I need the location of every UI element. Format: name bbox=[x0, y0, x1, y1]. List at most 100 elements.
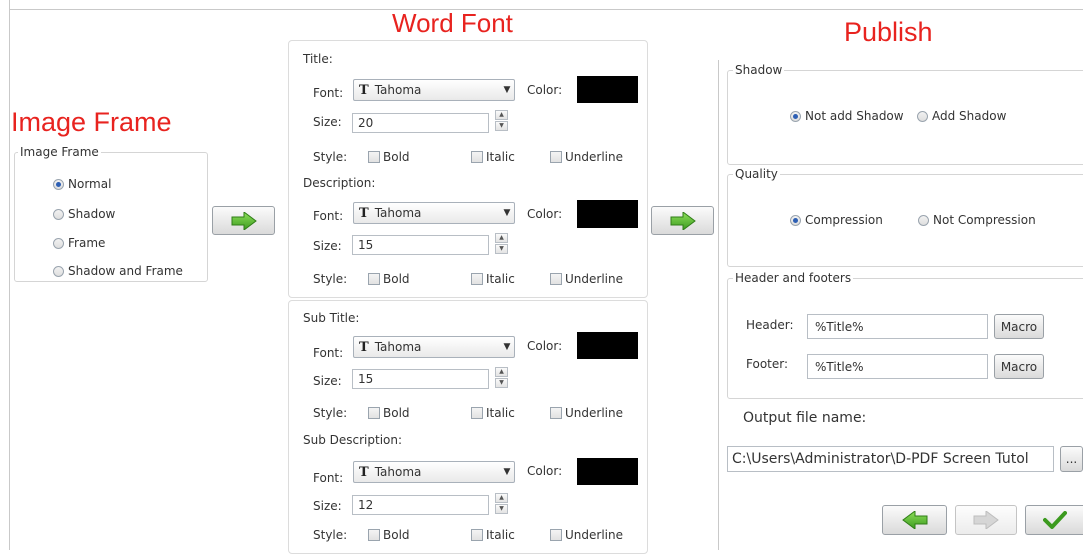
subdescription-underline-checkbox[interactable]: Underline bbox=[550, 528, 623, 542]
subtitle-italic-checkbox[interactable]: Italic bbox=[471, 406, 515, 420]
title-color-swatch[interactable] bbox=[577, 76, 638, 103]
subtitle-italic-label: Italic bbox=[486, 406, 515, 420]
quality-group-label: Quality bbox=[733, 167, 780, 181]
title-underline-label: Underline bbox=[565, 150, 623, 164]
finish-button[interactable] bbox=[1025, 505, 1083, 535]
radio-not-add-shadow-label: Not add Shadow bbox=[805, 109, 904, 123]
radio-compression[interactable]: Compression bbox=[790, 213, 883, 227]
subtitle-size-input[interactable]: 15 bbox=[352, 369, 489, 389]
radio-add-shadow[interactable]: Add Shadow bbox=[917, 109, 1006, 123]
subdescription-underline-box bbox=[550, 529, 562, 541]
description-font-value: Tahoma bbox=[374, 206, 422, 220]
title-style-label: Style: bbox=[313, 150, 348, 164]
description-size-stepper[interactable]: ▲ ▼ bbox=[495, 233, 508, 255]
subtitle-font-select[interactable]: T Tahoma ▼ bbox=[353, 336, 515, 358]
subtitle-size-label: Size: bbox=[313, 374, 342, 388]
shadow-group-label: Shadow bbox=[733, 63, 785, 77]
forward-button-disabled[interactable] bbox=[955, 505, 1017, 535]
radio-normal-dot bbox=[53, 178, 64, 190]
title-size-label: Size: bbox=[313, 115, 342, 129]
gray-right-arrow-icon bbox=[973, 511, 999, 529]
description-font-select[interactable]: T Tahoma ▼ bbox=[353, 202, 515, 224]
radio-not-compression-dot bbox=[918, 214, 929, 226]
title-underline-checkbox[interactable]: Underline bbox=[550, 150, 623, 164]
title-font-select[interactable]: T Tahoma ▼ bbox=[353, 79, 515, 101]
description-italic-box bbox=[471, 273, 483, 285]
radio-not-add-shadow[interactable]: Not add Shadow bbox=[790, 109, 904, 123]
description-italic-label: Italic bbox=[486, 272, 515, 286]
radio-shadow-dot bbox=[53, 208, 64, 220]
next-step-button-2[interactable] bbox=[651, 206, 714, 235]
description-bold-box bbox=[368, 273, 380, 285]
description-underline-box bbox=[550, 273, 562, 285]
description-underline-checkbox[interactable]: Underline bbox=[550, 272, 623, 286]
title-size-input[interactable]: 20 bbox=[352, 113, 489, 133]
radio-frame[interactable]: Frame bbox=[53, 236, 105, 250]
radio-shadow-and-frame[interactable]: Shadow and Frame bbox=[53, 264, 183, 278]
description-size-input[interactable]: 15 bbox=[352, 235, 489, 255]
subdescription-font-select[interactable]: T Tahoma ▼ bbox=[353, 461, 515, 483]
subtitle-bold-label: Bold bbox=[383, 406, 410, 420]
subtitle-bold-checkbox[interactable]: Bold bbox=[368, 406, 410, 420]
radio-compression-label: Compression bbox=[805, 213, 883, 227]
title-bold-checkbox[interactable]: Bold bbox=[368, 150, 410, 164]
chevron-down-icon: ▼ bbox=[503, 85, 511, 95]
description-italic-checkbox[interactable]: Italic bbox=[471, 272, 515, 286]
radio-frame-label: Frame bbox=[68, 236, 106, 250]
title-bold-label: Bold bbox=[383, 150, 410, 164]
subtitle-underline-box bbox=[550, 407, 562, 419]
radio-add-shadow-label: Add Shadow bbox=[932, 109, 1007, 123]
radio-frame-dot bbox=[53, 237, 64, 249]
title-italic-checkbox[interactable]: Italic bbox=[471, 150, 515, 164]
image-frame-heading: Image Frame bbox=[11, 107, 172, 137]
green-left-arrow-icon bbox=[901, 511, 927, 529]
title-italic-label: Italic bbox=[486, 150, 515, 164]
subtitle-underline-checkbox[interactable]: Underline bbox=[550, 406, 623, 420]
chevron-down-icon: ▼ bbox=[503, 342, 511, 352]
description-font-label: Font: bbox=[313, 209, 344, 223]
footer-input[interactable]: %Title% bbox=[807, 354, 988, 379]
description-color-label: Color: bbox=[527, 207, 563, 221]
subdescription-font-value: Tahoma bbox=[374, 465, 422, 479]
next-step-button-1[interactable] bbox=[212, 206, 275, 235]
subdescription-bold-checkbox[interactable]: Bold bbox=[368, 528, 410, 542]
back-button[interactable] bbox=[882, 505, 947, 535]
radio-shadow[interactable]: Shadow bbox=[53, 207, 115, 221]
subtitle-font-label: Font: bbox=[313, 346, 344, 360]
title-color-label: Color: bbox=[527, 83, 563, 97]
description-section-heading: Description: bbox=[303, 176, 376, 190]
subtitle-size-stepper[interactable]: ▲ ▼ bbox=[495, 367, 508, 389]
browse-button[interactable]: ... bbox=[1060, 446, 1083, 472]
radio-not-compression[interactable]: Not Compression bbox=[918, 213, 1036, 227]
green-check-icon bbox=[1042, 511, 1067, 529]
subdescription-italic-checkbox[interactable]: Italic bbox=[471, 528, 515, 542]
header-macro-button[interactable]: Macro bbox=[994, 314, 1044, 339]
output-file-name-input[interactable]: C:\Users\Administrator\D-PDF Screen Tuto… bbox=[727, 446, 1054, 472]
green-right-arrow-icon bbox=[231, 211, 257, 230]
subtitle-style-label: Style: bbox=[313, 406, 348, 420]
subdescription-color-swatch[interactable] bbox=[577, 458, 638, 485]
subdescription-underline-label: Underline bbox=[565, 528, 623, 542]
footer-macro-button[interactable]: Macro bbox=[994, 354, 1044, 379]
radio-normal[interactable]: Normal bbox=[53, 177, 111, 191]
title-size-stepper[interactable]: ▲ ▼ bbox=[495, 110, 508, 132]
description-bold-label: Bold bbox=[383, 272, 410, 286]
header-input[interactable]: %Title% bbox=[807, 314, 988, 339]
publish-divider-line bbox=[718, 60, 719, 550]
subdescription-size-stepper[interactable]: ▲ ▼ bbox=[495, 493, 508, 515]
truetype-font-icon: T bbox=[359, 205, 369, 221]
description-color-swatch[interactable] bbox=[577, 200, 638, 228]
title-section-heading: Title: bbox=[303, 52, 333, 66]
radio-not-compression-label: Not Compression bbox=[933, 213, 1036, 227]
truetype-font-icon: T bbox=[359, 464, 369, 480]
subdescription-size-input[interactable]: 12 bbox=[352, 495, 489, 515]
chevron-down-icon: ▼ bbox=[503, 208, 511, 218]
subtitle-font-value: Tahoma bbox=[374, 340, 422, 354]
description-bold-checkbox[interactable]: Bold bbox=[368, 272, 410, 286]
header-footers-group-label: Header and footers bbox=[733, 271, 854, 285]
subdescription-bold-label: Bold bbox=[383, 528, 410, 542]
subdescription-section-heading: Sub Description: bbox=[303, 433, 403, 447]
subtitle-color-swatch[interactable] bbox=[577, 332, 638, 359]
subdescription-style-label: Style: bbox=[313, 528, 348, 542]
subtitle-italic-box bbox=[471, 407, 483, 419]
